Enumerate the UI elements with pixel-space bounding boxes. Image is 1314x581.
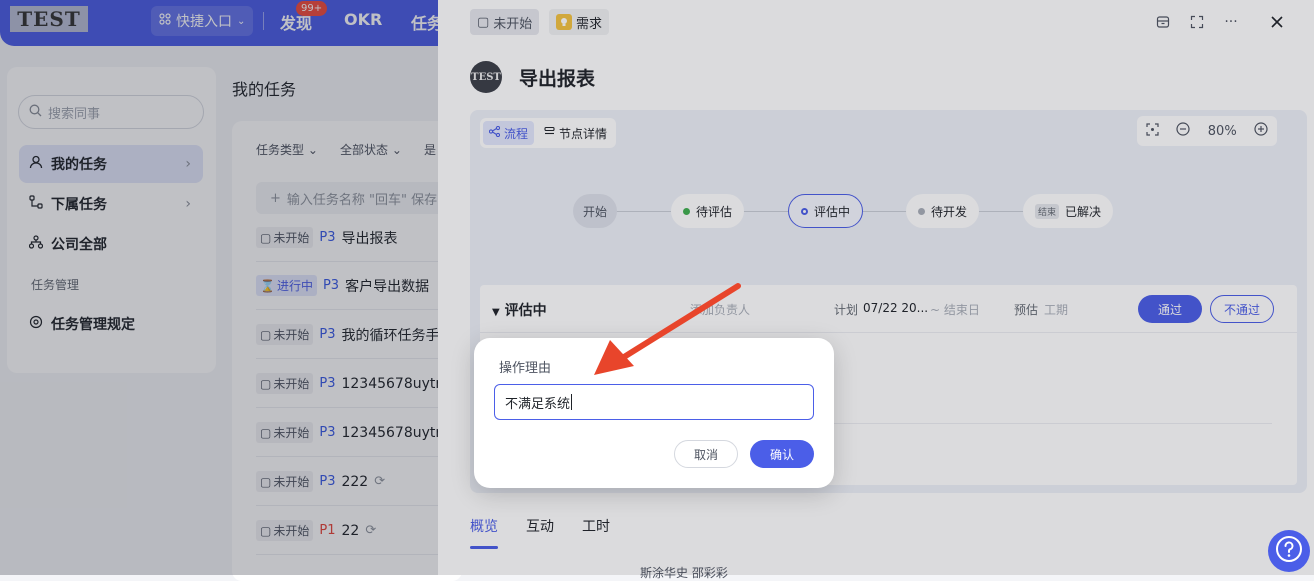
help-button[interactable] [1268,530,1310,572]
annotation-arrow [594,283,741,375]
question-icon [1275,535,1303,567]
